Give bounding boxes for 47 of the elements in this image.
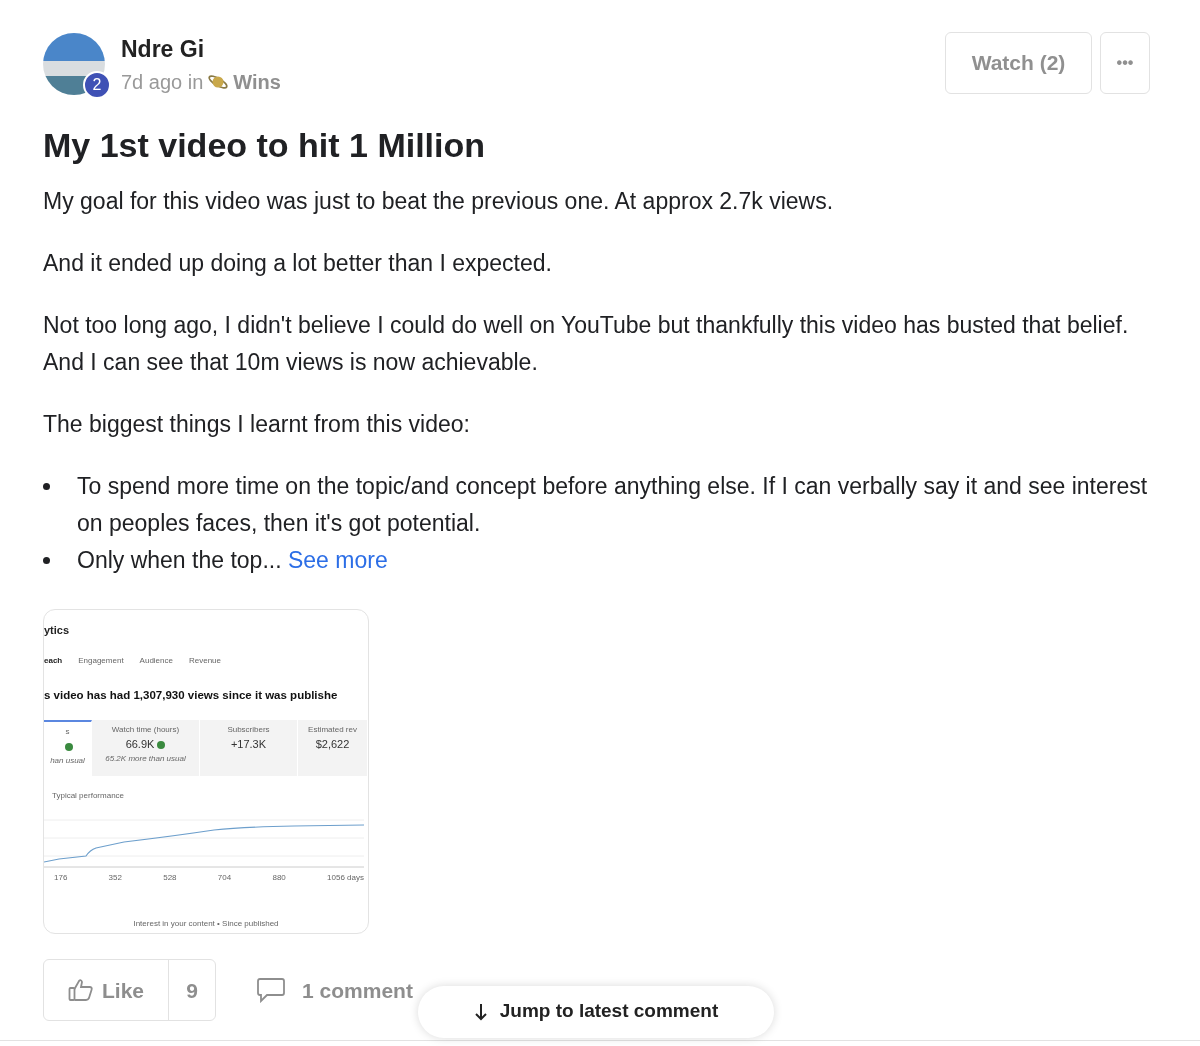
axis-label: 1056 days <box>327 872 364 885</box>
level-badge: 2 <box>83 71 111 100</box>
metric-value: $2,622 <box>315 738 350 751</box>
metric-note: han usual <box>49 754 86 767</box>
post-title: My 1st video to hit 1 Million <box>43 124 487 166</box>
axis-label: 176 <box>54 872 68 885</box>
post-paragraph: Not too long ago, I didn't believe I could do well on YouTube but thankfully this video has busted that belief. And I can see that 10m views is now achievable. <box>43 311 1130 378</box>
post-paragraph: My goal for this video was just to beat the previous one. At approx 2.7k views. <box>43 187 835 217</box>
like-count: 9 <box>168 960 216 1021</box>
axis-label: 704 <box>217 872 232 885</box>
metric-value: 66.9K <box>125 738 155 751</box>
post-paragraph: The biggest things I learnt from this video: <box>43 410 471 440</box>
list-item-text: Only when the top... See more <box>77 546 388 576</box>
analytics-title: ytics <box>44 623 71 639</box>
axis-label: 528 <box>163 872 177 885</box>
speech-bubble-icon <box>256 977 287 1004</box>
arrow-down-icon <box>473 1002 488 1021</box>
bullet-icon <box>43 483 50 491</box>
metric-card[interactable]: Subscribers +17.3K <box>200 720 298 777</box>
metric-label: Estimated rev <box>307 724 358 737</box>
analytics-tab[interactable]: Revenue <box>188 654 221 667</box>
analytics-footer: Interest in your content • Since published <box>44 918 368 931</box>
comments-link[interactable]: 1 comment <box>240 973 419 1008</box>
analytics-tab[interactable]: Engagement <box>78 654 124 667</box>
axis-label: 880 <box>272 872 286 885</box>
like-button[interactable]: Like <box>44 960 169 1021</box>
post-paragraph: And it ended up doing a lot better than I expected. <box>43 249 553 279</box>
metric-value: +17.3K <box>230 738 267 751</box>
thumbs-up-icon <box>68 978 94 1003</box>
author-name[interactable]: Ndre Gi <box>121 32 281 67</box>
analytics-screenshot[interactable] <box>43 609 369 935</box>
jump-to-latest-button[interactable]: Jump to latest comment <box>418 986 774 1038</box>
analytics-tab[interactable]: each <box>44 654 63 667</box>
metric-label: Subscribers <box>226 724 271 737</box>
axis-label: 352 <box>108 872 122 885</box>
metric-card[interactable]: Estimated rev $2,622 <box>298 720 368 777</box>
list-item-text: To spend more time on the topic/and concept before anything else. If I can verbally say it and see interest on peoples faces, then it's got potential. <box>77 472 1149 539</box>
metric-label: s <box>64 726 71 739</box>
bullet-icon <box>43 557 50 565</box>
post-time: 7d ago in <box>121 69 204 95</box>
metric-card[interactable]: Watch time (hours) 66.9K 65.2K more than usual <box>92 720 200 777</box>
analytics-tab[interactable]: Audience <box>139 654 173 667</box>
metric-note: 65.2K more than usual <box>104 752 187 765</box>
analytics-headline: s video has had 1,307,930 views since it was publishe <box>44 687 339 703</box>
see-more-link[interactable]: See more <box>287 547 388 574</box>
metric-label: Watch time (hours) <box>110 724 181 737</box>
chart-legend: Typical performance <box>52 790 368 803</box>
